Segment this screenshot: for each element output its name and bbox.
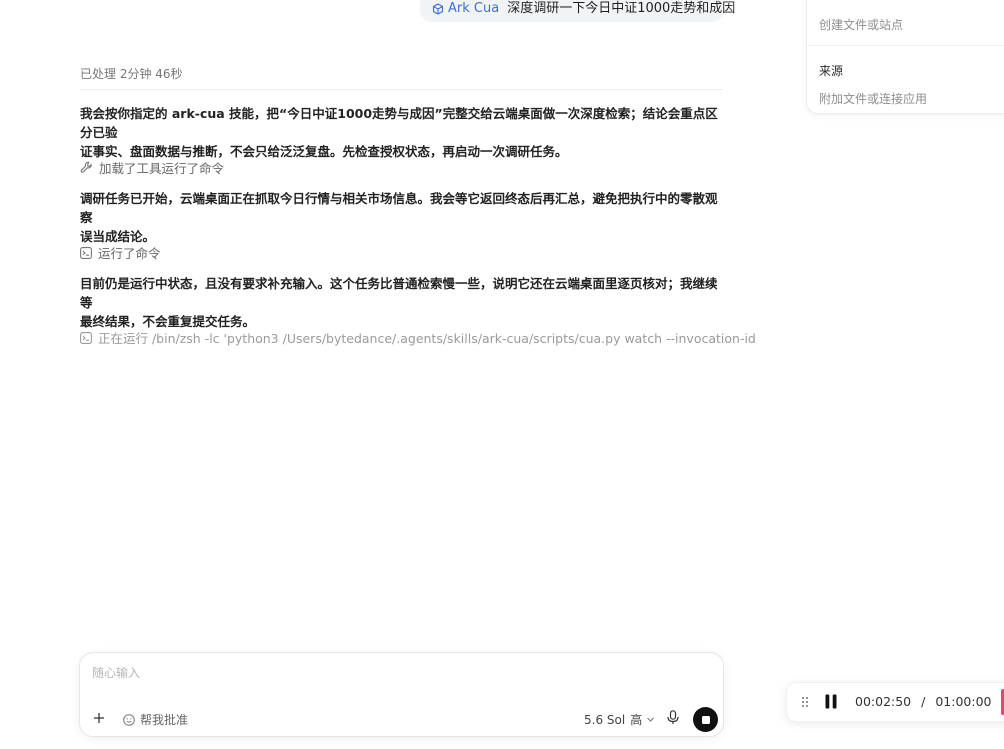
tool-step-label: 加载了工具运行了命令 — [99, 161, 225, 176]
pause-icon[interactable] — [824, 694, 838, 709]
running-command-text: 正在运行 /bin/zsh -lc 'python3 /Users/byteda… — [98, 331, 756, 346]
wrench-icon — [80, 161, 92, 173]
paragraph-line: 我会按你指定的 ark-cua 技能，把“今日中证1000走势与成因”完整交给云… — [80, 106, 718, 140]
stop-icon — [701, 715, 710, 724]
tool-step-command[interactable]: 运行了命令 — [80, 243, 161, 262]
tool-step-label: 运行了命令 — [98, 246, 161, 261]
recording-widget: 00:02:50 / 01:00:00 — [786, 682, 1004, 722]
side-info-label: 信息 — [819, 0, 843, 2]
attach-file-link[interactable]: 附加文件或连接应用 — [819, 90, 927, 107]
tool-step-loaded[interactable]: 加载了工具运行了命令 — [80, 158, 224, 177]
microphone-icon[interactable] — [667, 710, 679, 725]
recording-timer: 00:02:50 / 01:00:00 — [855, 694, 991, 709]
paragraph-line: 误当成结论。 — [80, 229, 156, 244]
message-input[interactable] — [90, 665, 594, 681]
time-limit: 01:00:00 — [935, 694, 992, 709]
chevron-down-icon — [647, 717, 655, 722]
terminal-icon — [80, 331, 92, 344]
user-message-text: 深度调研一下今日中证1000走势和成因 — [507, 1, 736, 16]
skill-chip-label: Ark Cua — [448, 1, 500, 16]
elapsed-time: 00:02:50 — [855, 694, 912, 709]
assistant-paragraph-2: 调研任务已开始，云端桌面正在抓取今日行情与相关市场信息。我会等它返回终态后再汇总… — [80, 189, 728, 246]
processed-duration[interactable]: 已处理 2分钟 46秒 — [80, 65, 183, 82]
paragraph-line: 目前仍是运行中状态，且没有要求补充输入。这个任务比普通检索慢一些，说明它还在云端… — [80, 276, 718, 310]
side-divider — [807, 45, 1004, 46]
stop-button[interactable] — [693, 707, 718, 732]
model-label: 5.6 Sol — [584, 712, 626, 727]
effort-label: 高 — [630, 713, 643, 727]
plus-icon[interactable] — [92, 711, 106, 725]
app-window: Ark Cua 深度调研一下今日中证1000走势和成因 信息 创建文件或站点 来… — [0, 0, 1004, 749]
source-label: 来源 — [819, 64, 844, 78]
assistant-paragraph-3: 目前仍是运行中状态，且没有要求补充输入。这个任务比普通检索慢一些，说明它还在云端… — [80, 274, 728, 331]
cube-icon — [432, 2, 444, 15]
terminal-icon — [80, 246, 92, 259]
create-file-link[interactable]: 创建文件或站点 — [819, 16, 903, 33]
skill-chip[interactable]: Ark Cua — [432, 1, 499, 16]
assistant-paragraph-1: 我会按你指定的 ark-cua 技能，把“今日中证1000走势与成因”完整交给云… — [80, 104, 728, 161]
user-message-bubble: Ark Cua 深度调研一下今日中证1000走势和成因 — [420, 0, 735, 22]
paragraph-line: 调研任务已开始，云端桌面正在抓取今日行情与相关市场信息。我会等它返回终态后再汇总… — [80, 191, 718, 225]
smile-icon — [123, 713, 135, 726]
time-separator: / — [921, 694, 926, 709]
running-command[interactable]: 正在运行 /bin/zsh -lc 'python3 /Users/byteda… — [80, 328, 756, 347]
drag-handle-icon[interactable] — [801, 695, 809, 709]
side-panel: 信息 创建文件或站点 来源 附加文件或连接应用 — [806, 0, 1004, 114]
divider — [80, 89, 723, 90]
approve-button[interactable]: 帮我批准 — [123, 711, 188, 728]
model-select[interactable]: 5.6 Sol 高 — [584, 711, 655, 728]
message-composer: 帮我批准 5.6 Sol 高 — [79, 652, 724, 737]
approve-label: 帮我批准 — [140, 713, 189, 727]
